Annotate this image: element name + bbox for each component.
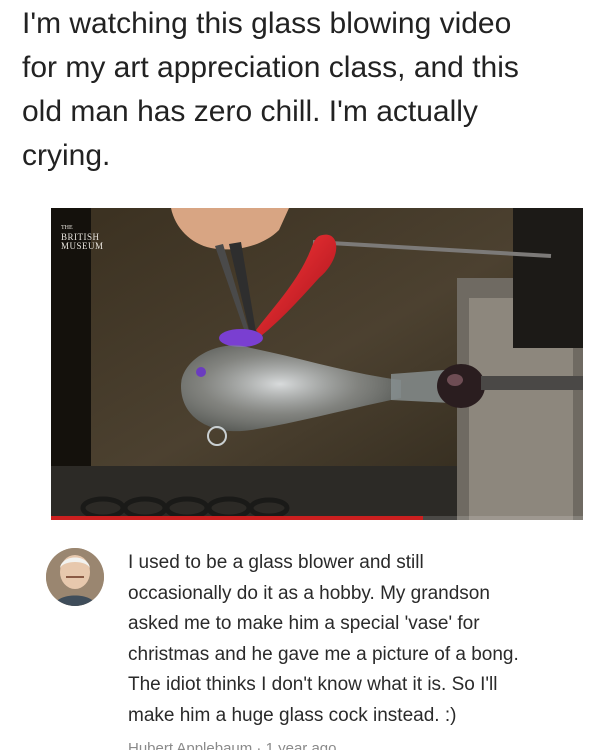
british-museum-logo: THE BRITISH MUSEUM [61,224,104,251]
video-player[interactable]: THE BRITISH MUSEUM [51,208,583,520]
video-frame [51,208,583,520]
comment-text: I used to be a glass blower and still oc… [128,548,568,731]
comment-line: asked me to make him a special 'vase' fo… [128,613,480,634]
post-line: old man has zero chill. I'm actually [22,95,478,128]
post-line: crying. [22,139,111,172]
comment-time: 1 year ago [265,740,337,750]
post-text: I'm watching this glass blowing video fo… [22,2,582,178]
comment-line: occasionally do it as a hobby. My grands… [128,582,490,604]
video-progress-bar[interactable] [51,516,583,520]
comment-author[interactable]: Hubert Applebaum [128,740,252,750]
avatar[interactable] [46,548,104,606]
comment-meta: Hubert Applebaum · 1 year ago [128,740,336,750]
comment-line: I used to be a glass blower and still [128,552,424,573]
video-progress-fill [51,516,424,520]
watermark-line2: MUSEUM [61,241,104,251]
comment-line: christmas and he gave me a picture of a … [128,643,519,665]
post-line: for my art appreciation class, and this [22,51,519,84]
post-line: I'm watching this glass blowing video [22,7,512,40]
comment-line: The idiot thinks I don't know what it is… [128,674,498,695]
comment-line: make him a huge glass cock instead. :) [128,704,457,726]
comment: I used to be a glass blower and still oc… [42,542,582,750]
meta-separator: · [256,740,262,750]
